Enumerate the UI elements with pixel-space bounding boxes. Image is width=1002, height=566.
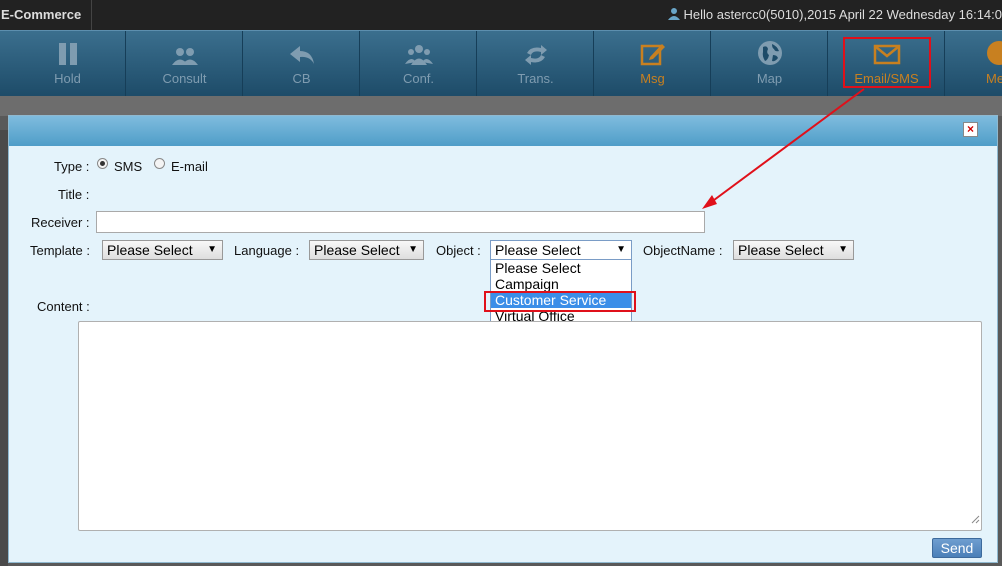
objectname-label: ObjectName : [643,243,723,258]
reply-arrow-icon [288,44,316,69]
cb-button[interactable]: CB [244,31,360,97]
app-tab[interactable]: E-Commerce [0,0,92,30]
map-button[interactable]: Map [712,31,828,97]
email-radio[interactable] [154,158,165,169]
resize-grip-icon[interactable] [971,511,980,529]
type-label: Type : [54,159,90,174]
edit-icon [640,42,666,69]
chevron-down-icon: ▼ [616,244,626,255]
conference-button[interactable]: Conf. [361,31,477,97]
user-icon [667,1,680,31]
chevron-down-icon: ▼ [207,244,217,255]
top-bar: E-Commerce Hello astercc0(5010),2015 Apr… [0,0,1002,30]
sms-radio-label: SMS [114,159,143,174]
close-icon[interactable]: × [963,122,978,137]
globe-icon [757,40,783,69]
receiver-input[interactable] [96,211,705,233]
object-option-campaign[interactable]: Campaign [491,276,631,292]
object-option-please-select[interactable]: Please Select [491,260,631,276]
content-label: Content : [37,299,90,314]
objectname-select[interactable]: Please Select ▼ [733,240,854,260]
dialog-header [9,116,997,146]
content-textarea[interactable] [78,321,982,531]
transfer-icon [523,44,549,69]
language-label: Language : [234,243,300,258]
object-select[interactable]: Please Select ▼ [490,240,632,260]
greeting-text: Hello astercc0(5010),2015 April 22 Wedne… [683,7,1002,22]
chevron-down-icon: ▼ [838,244,848,255]
info-icon [986,40,1002,69]
msg-button[interactable]: Msg [595,31,711,97]
user-greeting: Hello astercc0(5010),2015 April 22 Wedne… [667,0,1002,31]
send-button[interactable]: Send [932,538,982,558]
group-icon [404,44,433,69]
hold-button[interactable]: Hold [10,31,126,97]
template-select[interactable]: Please Select ▼ [102,240,223,260]
customer-service-annotation-box [484,291,636,312]
background-strip [0,96,1002,116]
transfer-button[interactable]: Trans. [478,31,594,97]
background-left-edge [0,130,8,566]
consult-button[interactable]: Consult [127,31,243,97]
sms-radio[interactable] [97,158,108,169]
title-label: Title : [58,187,90,202]
language-select[interactable]: Please Select ▼ [309,240,424,260]
object-label: Object : [436,243,481,258]
template-label: Template : [30,243,90,258]
more-button[interactable]: Me [946,31,1002,97]
chevron-down-icon: ▼ [408,244,418,255]
users-icon [171,46,199,69]
receiver-label: Receiver : [31,215,90,230]
email-sms-annotation-box [843,37,931,88]
pause-icon [57,42,79,69]
email-radio-label: E-mail [171,159,208,174]
